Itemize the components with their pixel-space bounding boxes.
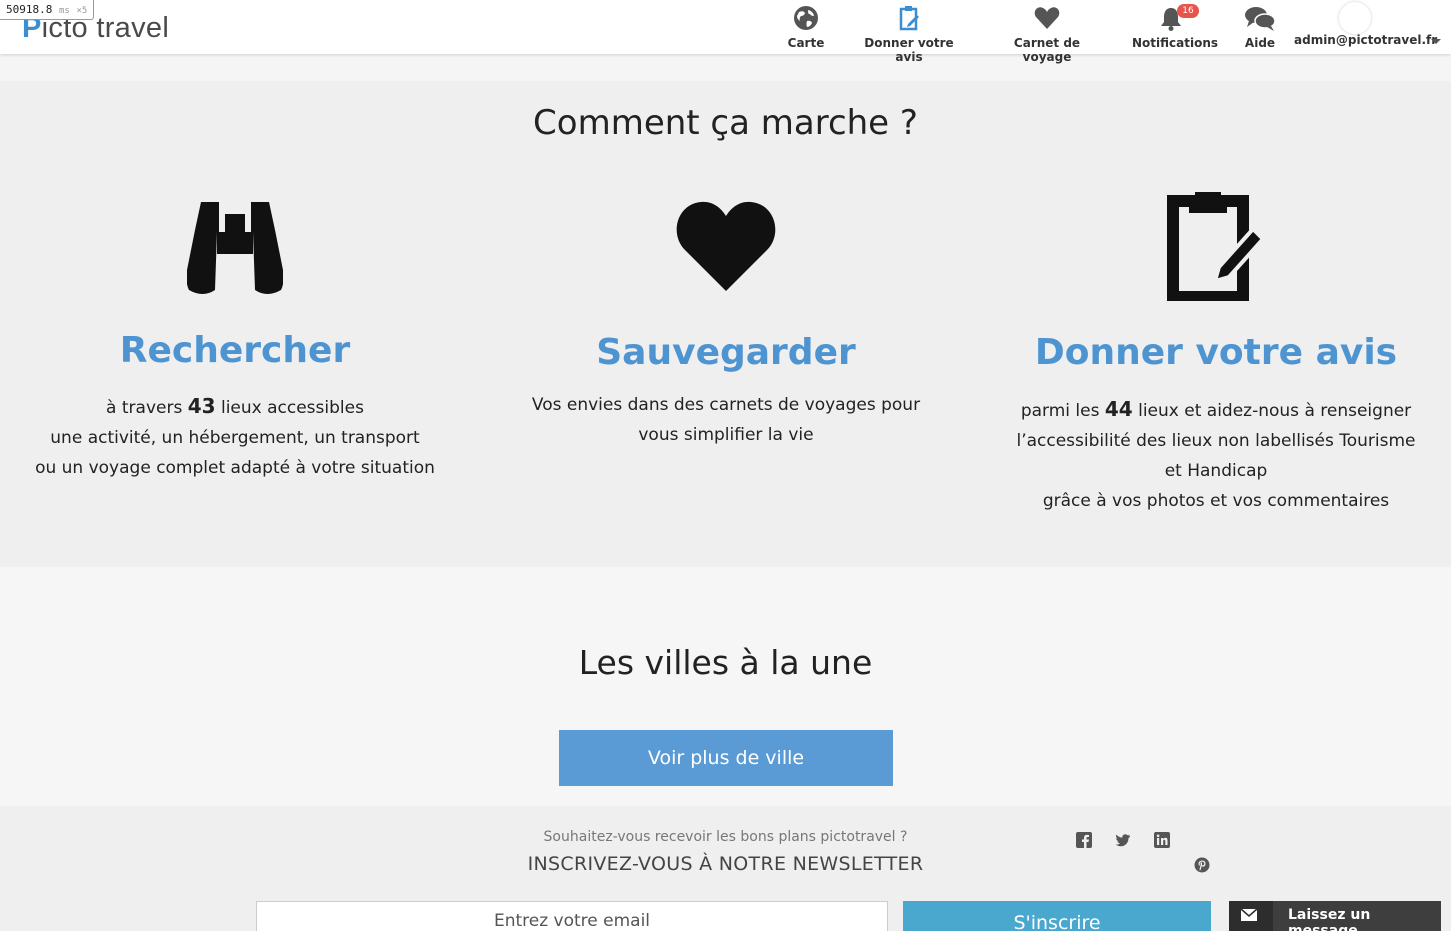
clipboard-edit-icon xyxy=(857,4,961,32)
debug-mult: ×5 xyxy=(76,6,88,16)
feature-search: Rechercher à travers 43 lieux accessible… xyxy=(30,81,440,567)
text-line: vous simplifier la vie xyxy=(638,425,814,445)
nav-donner-avis-label: Donner votre avis xyxy=(864,36,954,64)
user-avatar[interactable] xyxy=(1339,2,1371,34)
featured-cities-section: Les villes à la une Voir plus de ville xyxy=(0,567,1451,806)
nav-notifications-label: Notifications xyxy=(1132,36,1219,50)
heart-icon xyxy=(996,4,1098,32)
notifications-badge: 16 xyxy=(1177,4,1199,18)
facebook-icon[interactable] xyxy=(1076,832,1092,848)
newsletter-question: Souhaitez-vous recevoir les bons plans p… xyxy=(543,829,908,845)
nav-notifications[interactable]: 16 Notifications xyxy=(1132,4,1218,50)
text-line: ou un voyage complet adapté à votre situ… xyxy=(35,458,435,478)
feature-save: Sauvegarder Vos envies dans des carnets … xyxy=(521,81,931,567)
twitter-icon[interactable] xyxy=(1115,832,1131,848)
text-line: l’accessibilité des lieux non labellisés… xyxy=(1016,431,1416,451)
binoculars-icon xyxy=(186,194,284,302)
subscribe-button[interactable]: S'inscrire xyxy=(903,901,1211,931)
nav-carte[interactable]: Carte xyxy=(786,4,826,50)
chevron-down-icon[interactable] xyxy=(1431,39,1441,44)
how-it-works-section: Comment ça marche ? Rechercher à travers… xyxy=(0,81,1451,567)
text-fragment: à travers xyxy=(106,398,188,418)
text-line: une activité, un hébergement, un transpo… xyxy=(50,428,420,448)
feature-title: Donner votre avis xyxy=(1034,332,1398,373)
text-line: Vos envies dans des carnets de voyages p… xyxy=(531,395,921,415)
nav-donner-avis[interactable]: Donner votre avis xyxy=(857,4,961,64)
nav-carte-label: Carte xyxy=(787,36,825,50)
feature-description: parmi les 44 lieux et aidez-nous à rense… xyxy=(1011,394,1421,516)
debug-unit: ms xyxy=(58,6,70,16)
text-line: et Handicap xyxy=(1164,461,1268,481)
more-cities-button[interactable]: Voir plus de ville xyxy=(559,730,893,786)
pinterest-icon[interactable] xyxy=(1194,857,1210,873)
user-email[interactable]: admin@pictotravel.fr xyxy=(1294,33,1437,47)
debug-timer: 50918.8 ms ×5 xyxy=(0,0,95,20)
chat-label: Laissez un message xyxy=(1288,907,1371,931)
top-navbar: Picto travel Carte Donner votre avis Car… xyxy=(0,0,1451,64)
feature-title: Rechercher xyxy=(119,330,351,371)
nav-carnet-label: Carnet de voyage xyxy=(1013,36,1081,64)
feature-title: Sauvegarder xyxy=(596,332,856,373)
chat-bubbles-icon xyxy=(1240,4,1280,32)
chat-widget[interactable]: Laissez un message xyxy=(1229,901,1441,931)
newsletter-cta: INSCRIVEZ-VOUS À NOTRE NEWSLETTER xyxy=(527,853,924,875)
feature-review: Donner votre avis parmi les 44 lieux et … xyxy=(1011,81,1421,567)
email-field[interactable] xyxy=(256,901,888,931)
nav-aide-label: Aide xyxy=(1244,36,1276,50)
feature-description: à travers 43 lieux accessibles une activ… xyxy=(30,391,440,483)
places-count: 43 xyxy=(187,394,216,418)
feature-description: Vos envies dans des carnets de voyages p… xyxy=(521,390,931,450)
section-title: Les villes à la une xyxy=(578,643,873,682)
linkedin-icon[interactable] xyxy=(1154,832,1170,848)
text-fragment: parmi les xyxy=(1020,401,1105,421)
text-fragment: lieux accessibles xyxy=(215,398,364,418)
text-line: grâce à vos photos et vos commentaires xyxy=(1042,491,1390,511)
clipboard-edit-icon xyxy=(1167,191,1266,305)
debug-time: 50918.8 xyxy=(6,3,53,16)
text-fragment: lieux et aidez-nous à renseigner xyxy=(1132,401,1412,421)
heart-icon xyxy=(675,200,777,296)
nav-carnet[interactable]: Carnet de voyage xyxy=(996,4,1098,64)
globe-icon xyxy=(786,4,826,32)
nav-aide[interactable]: Aide xyxy=(1240,4,1280,50)
places-count: 44 xyxy=(1104,397,1133,421)
envelope-icon xyxy=(1229,901,1273,931)
bell-icon: 16 xyxy=(1132,4,1210,32)
